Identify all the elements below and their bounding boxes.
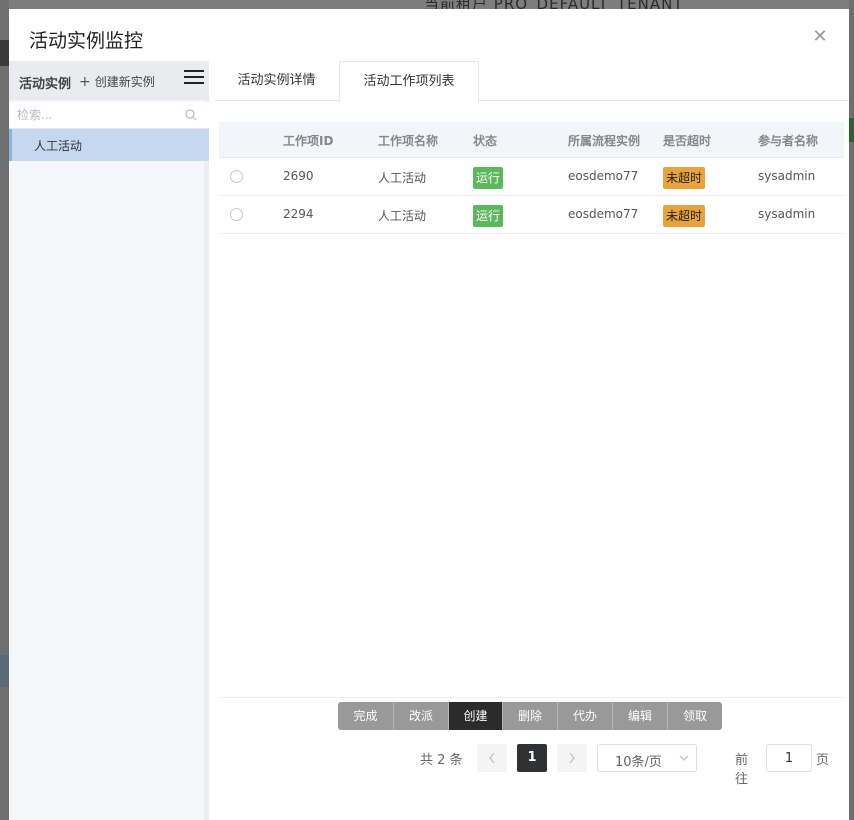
create-instance-label: 创建新实例 <box>94 75 155 89</box>
activity-monitor-dialog: 活动实例监控 ✕ 活动实例 +创建新实例 人工活动 活动实例详情 活动工作项列表 <box>9 9 849 820</box>
dialog-header: 活动实例监控 ✕ <box>9 9 849 61</box>
chevron-right-icon <box>569 752 575 764</box>
sidebar-item-manual-activity[interactable]: 人工活动 <box>9 129 209 161</box>
column-header-status[interactable]: 状态 <box>473 132 497 149</box>
status-badge: 运行 <box>473 205 504 227</box>
background-left-strip <box>0 0 9 820</box>
page-size-select[interactable]: 10条/页 <box>597 744 697 772</box>
cell-participant: sysadmin <box>758 169 816 183</box>
table-row[interactable]: 2690 人工活动 运行 eosdemo77 未超时 sysadmin <box>219 158 844 196</box>
goto-label: 前往 <box>735 753 749 787</box>
status-badge: 运行 <box>473 167 504 189</box>
cell-id: 2690 <box>283 169 314 183</box>
cell-participant: sysadmin <box>758 207 816 221</box>
column-header-process[interactable]: 所属流程实例 <box>568 132 640 149</box>
chevron-left-icon <box>489 752 495 764</box>
timeout-badge: 未超时 <box>663 205 706 227</box>
search-input[interactable] <box>17 105 177 125</box>
goto-page-input[interactable] <box>766 744 812 772</box>
total-count: 共 2 条 <box>420 753 463 768</box>
tab-workitem-list[interactable]: 活动工作项列表 <box>339 61 479 102</box>
column-header-timeout[interactable]: 是否超时 <box>663 132 711 149</box>
claim-button[interactable]: 领取 <box>668 702 722 730</box>
background-tenant-text: 当前租户 PRO_DEFAULT_TENANT <box>424 0 684 9</box>
page-number-current[interactable]: 1 <box>517 744 547 772</box>
cell-process: eosdemo77 <box>568 169 639 183</box>
instance-sidebar: 活动实例 +创建新实例 人工活动 <box>9 61 209 820</box>
background-left-block <box>0 40 9 66</box>
main-content: 活动实例详情 活动工作项列表 工作项ID 工作项名称 状态 所属流程实例 是否超… <box>214 61 849 820</box>
sidebar-title: 活动实例 <box>19 77 72 92</box>
search-icon[interactable] <box>185 109 197 121</box>
close-icon[interactable]: ✕ <box>809 26 831 48</box>
action-button-group: 完成 改派 创建 删除 代办 编辑 领取 <box>338 702 722 730</box>
dialog-title: 活动实例监控 <box>29 30 144 52</box>
next-page-button[interactable] <box>557 744 587 772</box>
cell-process: eosdemo77 <box>568 207 639 221</box>
plus-icon: + <box>79 74 91 90</box>
column-header-name[interactable]: 工作项名称 <box>378 132 438 149</box>
sidebar-search <box>9 102 209 129</box>
hamburger-menu-icon[interactable] <box>184 70 204 88</box>
cell-id: 2294 <box>283 207 314 221</box>
page-size-value: 10条/页 <box>615 755 662 770</box>
tab-activity-details[interactable]: 活动实例详情 <box>214 61 339 102</box>
sidebar-item-label: 人工活动 <box>34 139 83 153</box>
cell-name: 人工活动 <box>378 209 427 223</box>
footer-divider <box>219 697 844 698</box>
table-row[interactable]: 2294 人工活动 运行 eosdemo77 未超时 sysadmin <box>219 196 844 234</box>
column-header-participant[interactable]: 参与者名称 <box>758 132 818 149</box>
row-select-radio[interactable] <box>230 170 243 183</box>
goto-unit: 页 <box>816 753 830 768</box>
delegate-button[interactable]: 代办 <box>558 702 613 730</box>
background-right-block <box>849 118 854 142</box>
create-button[interactable]: 创建 <box>449 702 503 730</box>
row-select-radio[interactable] <box>230 208 243 221</box>
create-instance-button[interactable]: + 创建新实例 <box>79 73 155 90</box>
edit-button[interactable]: 编辑 <box>613 702 668 730</box>
cell-name: 人工活动 <box>378 171 427 185</box>
timeout-badge: 未超时 <box>663 167 706 189</box>
reassign-button[interactable]: 改派 <box>394 702 449 730</box>
sidebar-header: 活动实例 + 创建新实例 <box>9 61 209 100</box>
delete-button[interactable]: 删除 <box>503 702 558 730</box>
prev-page-button[interactable] <box>477 744 507 772</box>
column-header-id[interactable]: 工作项ID <box>283 132 333 149</box>
background-left-block-2 <box>0 655 9 687</box>
complete-button[interactable]: 完成 <box>338 702 394 730</box>
table-header: 工作项ID 工作项名称 状态 所属流程实例 是否超时 参与者名称 <box>219 122 844 158</box>
tab-bar: 活动实例详情 活动工作项列表 <box>214 61 849 102</box>
chevron-down-icon <box>679 755 689 761</box>
